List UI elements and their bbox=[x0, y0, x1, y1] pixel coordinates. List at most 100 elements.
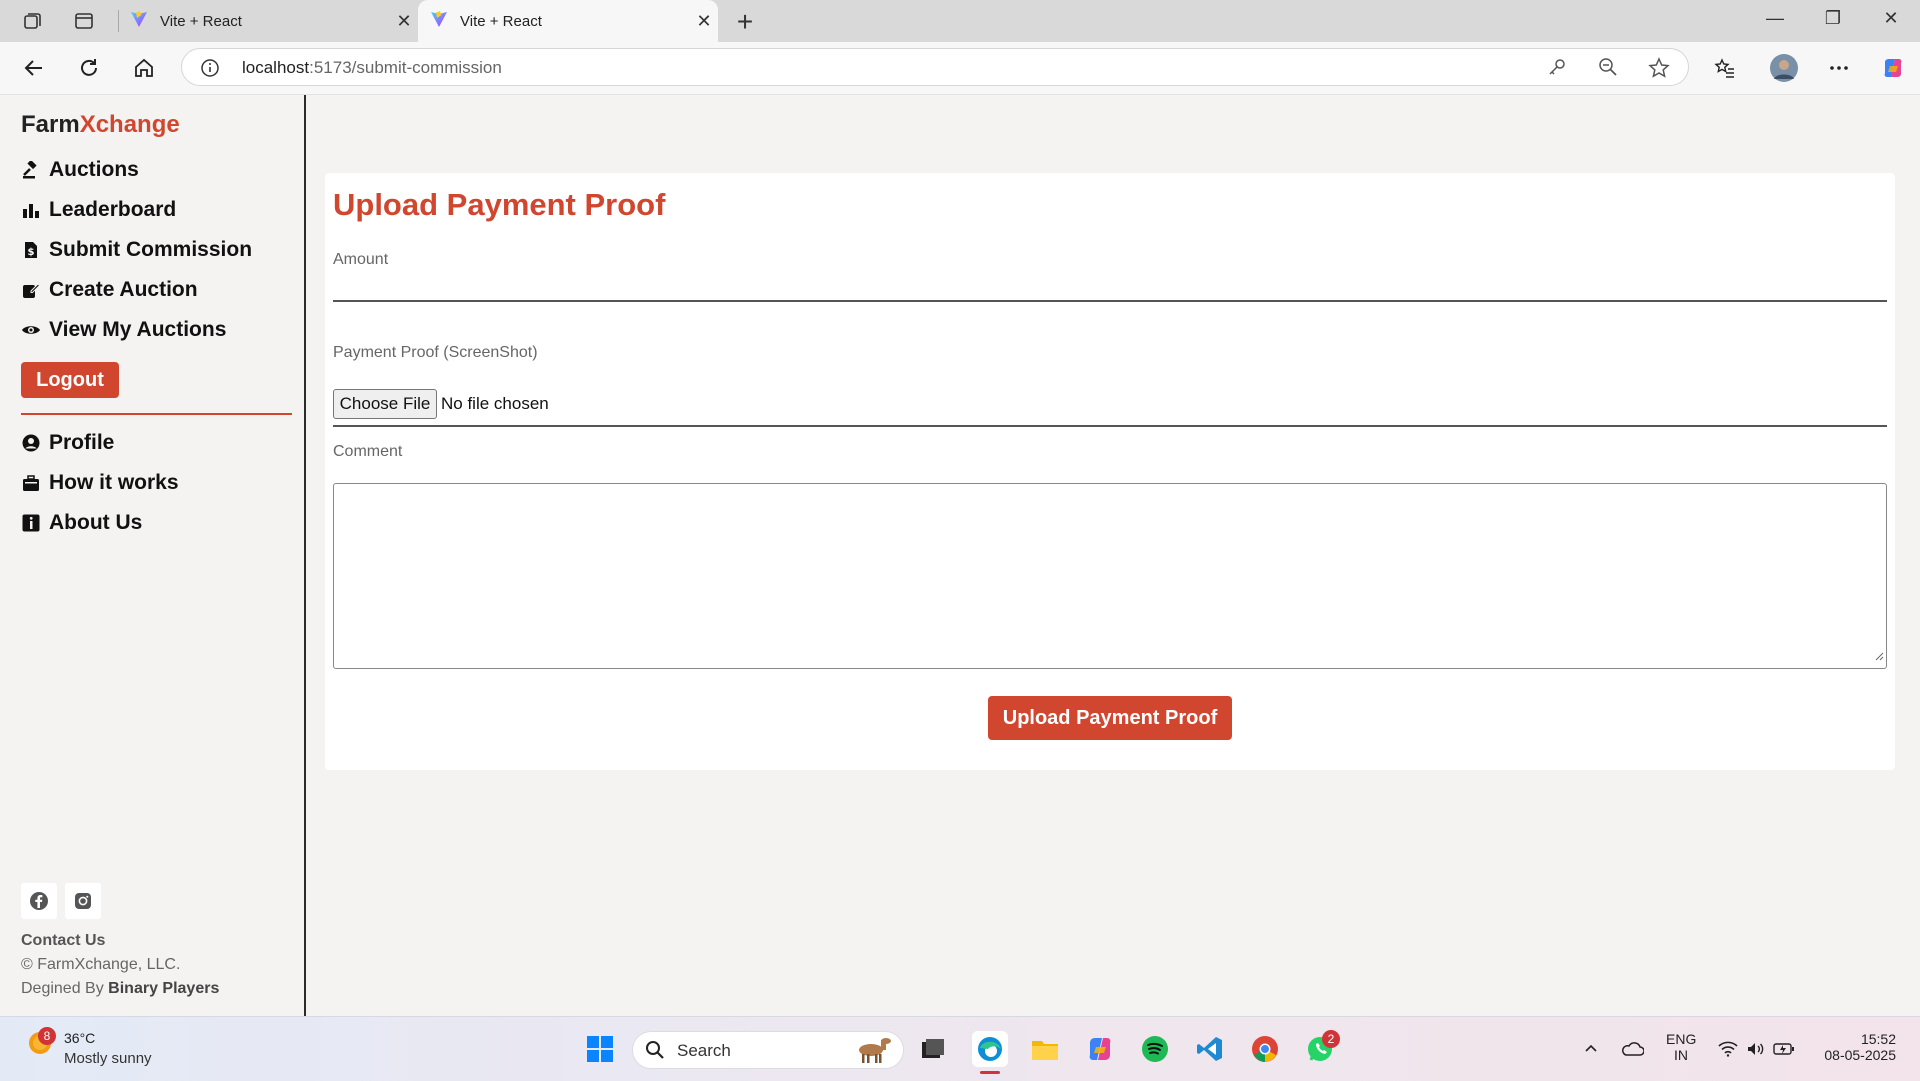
copilot-app-icon[interactable] bbox=[1082, 1031, 1118, 1067]
sidebar-divider bbox=[21, 413, 292, 415]
windows-start-icon[interactable] bbox=[582, 1031, 618, 1067]
sidebar-item-auctions[interactable]: Auctions bbox=[21, 158, 139, 182]
language-code: ENG bbox=[1666, 1031, 1697, 1047]
resize-grip-icon[interactable] bbox=[1874, 648, 1884, 666]
tab-inactive[interactable]: Vite + React ✕ bbox=[118, 0, 418, 42]
designer-name: Binary Players bbox=[108, 980, 220, 997]
close-icon[interactable]: ✕ bbox=[390, 11, 418, 32]
info-icon bbox=[21, 513, 41, 533]
minimize-icon[interactable]: — bbox=[1760, 8, 1790, 29]
favorite-star-icon[interactable] bbox=[1648, 57, 1670, 84]
weather-desc[interactable]: Mostly sunny bbox=[64, 1050, 152, 1067]
new-tab-plus-icon[interactable]: + bbox=[730, 6, 760, 38]
browser-tab-bar: Vite + React ✕ Vite + React ✕ + — ❐ ✕ bbox=[0, 0, 1920, 42]
url-path: :5173/submit-commission bbox=[309, 58, 502, 77]
task-view-icon[interactable] bbox=[915, 1031, 951, 1067]
whatsapp-badge: 2 bbox=[1322, 1030, 1340, 1048]
brand-logo[interactable]: FarmXchange bbox=[21, 111, 180, 139]
file-input-underline bbox=[333, 425, 1887, 427]
brand-part1: Farm bbox=[21, 111, 80, 138]
page: FarmXchange Auctions Leaderboard $ Submi… bbox=[0, 95, 1920, 1016]
sidebar-item-label: Leaderboard bbox=[49, 198, 177, 221]
tab-title: Vite + React bbox=[160, 12, 242, 30]
vscode-icon[interactable] bbox=[1192, 1031, 1228, 1067]
close-icon[interactable]: ✕ bbox=[690, 11, 718, 32]
vite-icon bbox=[430, 10, 448, 32]
sidebar-item-how-it-works[interactable]: How it works bbox=[21, 471, 179, 495]
language-indicator[interactable]: ENG IN bbox=[1666, 1031, 1696, 1063]
clock[interactable]: 15:52 08-05-2025 bbox=[1816, 1031, 1896, 1063]
sidebar-item-leaderboard[interactable]: Leaderboard bbox=[21, 198, 176, 222]
sidebar-item-view-my-auctions[interactable]: View My Auctions bbox=[21, 318, 226, 342]
chevron-up-icon[interactable] bbox=[1573, 1031, 1609, 1067]
payment-proof-label: Payment Proof (ScreenShot) bbox=[333, 344, 538, 361]
window-close-icon[interactable]: ✕ bbox=[1876, 8, 1906, 29]
sidebar-item-about-us[interactable]: About Us bbox=[21, 511, 142, 535]
url-host: localhost bbox=[242, 58, 310, 77]
tab-active[interactable]: Vite + React ✕ bbox=[418, 0, 718, 42]
sidebar-item-profile[interactable]: Profile bbox=[21, 431, 114, 455]
back-arrow-icon[interactable] bbox=[21, 55, 47, 81]
profile-avatar[interactable] bbox=[1768, 52, 1800, 84]
file-explorer-icon[interactable] bbox=[1027, 1031, 1063, 1067]
amount-label: Amount bbox=[333, 251, 389, 268]
chrome-icon[interactable] bbox=[1247, 1031, 1283, 1067]
choose-file-button[interactable]: Choose File bbox=[333, 389, 437, 419]
brand-part2: Xchange bbox=[79, 111, 180, 138]
sidebar-item-label: Profile bbox=[49, 431, 115, 454]
sidebar-item-create-auction[interactable]: Create Auction bbox=[21, 278, 198, 302]
active-app-indicator bbox=[980, 1071, 1000, 1074]
address-bar[interactable]: localhost:5173/submit-commission bbox=[181, 48, 1689, 86]
horse-illustration-icon bbox=[851, 1035, 895, 1070]
site-info-icon[interactable] bbox=[200, 58, 220, 83]
favorites-list-icon[interactable] bbox=[1712, 55, 1738, 81]
workspaces-icon[interactable] bbox=[20, 9, 44, 33]
url-text[interactable]: localhost:5173/submit-commission bbox=[242, 58, 502, 78]
page-title: Upload Payment Proof bbox=[333, 187, 666, 222]
upload-payment-proof-button[interactable]: Upload Payment Proof bbox=[988, 696, 1232, 740]
edit-icon bbox=[21, 280, 41, 300]
copilot-icon[interactable] bbox=[1880, 55, 1906, 81]
vite-icon bbox=[130, 10, 148, 32]
sidebar: FarmXchange Auctions Leaderboard $ Submi… bbox=[4, 95, 306, 1016]
amount-input[interactable] bbox=[333, 273, 1887, 299]
weather-badge: 8 bbox=[38, 1027, 56, 1045]
user-circle-icon bbox=[21, 433, 41, 453]
briefcase-icon bbox=[21, 473, 41, 493]
sidebar-item-label: How it works bbox=[49, 471, 179, 494]
sidebar-item-label: Auctions bbox=[49, 158, 139, 181]
sidebar-item-label: About Us bbox=[49, 511, 143, 534]
taskbar-search[interactable]: Search bbox=[632, 1031, 904, 1069]
vertical-tabs-icon[interactable] bbox=[72, 9, 96, 33]
upload-form-card: Upload Payment Proof Amount Payment Proo… bbox=[325, 173, 1895, 770]
address-toolbar: localhost:5173/submit-commission bbox=[0, 42, 1920, 95]
clock-date: 08-05-2025 bbox=[1824, 1047, 1896, 1063]
facebook-icon[interactable] bbox=[21, 883, 57, 919]
battery-icon[interactable] bbox=[1766, 1031, 1802, 1067]
gavel-icon bbox=[21, 160, 41, 180]
bar-chart-icon bbox=[21, 200, 41, 220]
eye-icon bbox=[21, 320, 41, 340]
search-icon bbox=[645, 1040, 665, 1065]
sidebar-item-label: View My Auctions bbox=[49, 318, 227, 341]
logout-button[interactable]: Logout bbox=[21, 362, 119, 398]
spotify-icon[interactable] bbox=[1137, 1031, 1173, 1067]
instagram-icon[interactable] bbox=[65, 883, 101, 919]
zoom-out-icon[interactable] bbox=[1598, 57, 1618, 82]
file-status-text: No file chosen bbox=[441, 394, 549, 413]
sidebar-item-label: Submit Commission bbox=[49, 238, 253, 261]
weather-temp[interactable]: 36°C bbox=[64, 1030, 95, 1046]
amount-input-underline bbox=[333, 300, 1887, 302]
contact-us-link[interactable]: Contact Us bbox=[21, 932, 105, 950]
password-key-icon[interactable] bbox=[1547, 57, 1567, 82]
onedrive-cloud-icon[interactable] bbox=[1614, 1031, 1650, 1067]
restore-icon[interactable]: ❐ bbox=[1818, 8, 1848, 29]
comment-textarea[interactable] bbox=[333, 483, 1887, 669]
designed-by-text: Degined By Binary Players bbox=[21, 980, 219, 998]
comment-label: Comment bbox=[333, 443, 403, 460]
home-icon[interactable] bbox=[131, 55, 157, 81]
edge-browser-icon[interactable] bbox=[972, 1031, 1008, 1074]
more-options-icon[interactable] bbox=[1826, 55, 1852, 81]
refresh-icon[interactable] bbox=[76, 55, 102, 81]
sidebar-item-submit-commission[interactable]: $ Submit Commission bbox=[21, 238, 252, 262]
